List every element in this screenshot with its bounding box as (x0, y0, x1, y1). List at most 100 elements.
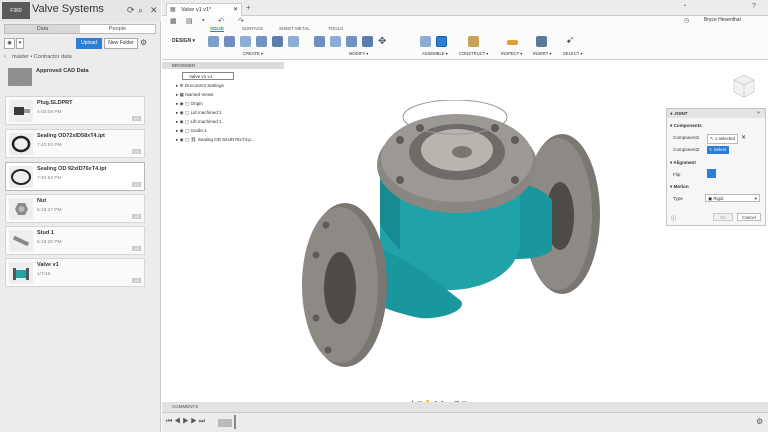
select-menu[interactable]: SELECT ▾ (563, 51, 582, 56)
motion-type-select[interactable]: ▣ Rigid ▾ (705, 194, 760, 202)
flip-icon[interactable] (707, 169, 716, 178)
first-icon[interactable]: ⏮ (166, 418, 172, 425)
file-icon[interactable]: ▤ (186, 17, 193, 25)
list-item[interactable]: Sealing OD 92xID76xT4.ipt 7:40:53 PM V1 (5, 162, 145, 191)
move-icon[interactable]: ✥ (378, 36, 386, 47)
create-menu[interactable]: CREATE ▾ (243, 51, 263, 56)
next-icon[interactable]: ▶ (191, 418, 197, 425)
pattern-icon[interactable] (288, 36, 299, 47)
box-icon[interactable] (272, 36, 283, 47)
back-icon[interactable]: ‹ (4, 54, 6, 60)
save-icon[interactable]: ▪ (202, 17, 204, 24)
browser-row[interactable]: ▸ ◉ ▢ Lift machined:1 (176, 119, 222, 125)
new-component-icon[interactable] (208, 36, 219, 47)
settings-gear-icon[interactable]: ⚙ (140, 38, 147, 47)
close-tab-icon[interactable]: ✕ (233, 6, 238, 13)
measure-icon[interactable] (507, 40, 518, 45)
component1-selection[interactable]: ↖ 1 selected (707, 134, 738, 144)
play-icon[interactable]: ▶ (182, 418, 188, 425)
help-icon[interactable]: ? (752, 3, 756, 10)
select-arrow-icon[interactable]: ➹ (566, 35, 574, 46)
timeline-controls[interactable]: ⏮ ◀ ▶ ▶ ⏭ (166, 418, 205, 426)
last-icon[interactable]: ⏭ (199, 418, 205, 425)
motion-section[interactable]: ▾ Motion (670, 184, 689, 190)
list-item[interactable]: Nut 5:16:27 PM V2 (5, 194, 145, 223)
ring-thumbnail-icon (9, 166, 33, 188)
comments-bar[interactable]: COMMENTS (162, 402, 768, 412)
view-cube[interactable] (728, 72, 758, 100)
document-tab-title: Valve v1 v1* (181, 7, 212, 13)
redo-icon[interactable]: ↷ (238, 17, 244, 25)
browser-row[interactable]: ▸ ◉ ▢ Guide:1 (176, 128, 207, 134)
browser-root[interactable]: Valve v1 v1 (182, 72, 234, 80)
cancel-button[interactable]: Cancel (737, 213, 761, 221)
ok-button[interactable]: OK (713, 213, 733, 221)
browser-row[interactable]: ▸ ⚙ Document Settings (176, 83, 224, 89)
hole-icon[interactable] (256, 36, 267, 47)
browser-row[interactable]: ▸ ◉ ▢ Origin (176, 101, 203, 107)
search-icon[interactable]: ⌕ (138, 5, 143, 16)
project-title[interactable]: Valve Systems (32, 3, 104, 15)
project-thumbnail[interactable]: F360 (2, 2, 30, 19)
insert-menu[interactable]: INSERT ▾ (533, 51, 551, 56)
timeline-settings-icon[interactable]: ⚙ (756, 417, 763, 426)
item-title: Plug.SLDPRT (37, 100, 73, 106)
workspace-selector[interactable]: DESIGN ▾ (172, 38, 195, 44)
revolve-icon[interactable] (240, 36, 251, 47)
assemble-menu[interactable]: ASSEMBLE ▾ (422, 51, 448, 56)
document-tab[interactable]: ▦ Valve v1 v1* ✕ (166, 3, 242, 16)
version-badge: V1 (132, 182, 141, 187)
construct-menu[interactable]: CONSTRUCT ▾ (459, 51, 488, 56)
item-date: 5:16:27 PM (37, 208, 62, 213)
info-icon[interactable]: ⓘ (671, 215, 676, 222)
previous-icon[interactable]: ◀ (174, 418, 180, 425)
inspect-menu[interactable]: INSPECT ▾ (501, 51, 522, 56)
modify-menu[interactable]: MODIFY ▾ (349, 51, 368, 56)
list-item[interactable]: Plug.SLDPRT 4:03:08 PM V1 (5, 96, 145, 125)
joint-icon[interactable] (420, 36, 431, 47)
close-icon[interactable]: ✕ (150, 5, 158, 16)
browser-row[interactable]: ▸ ▦ Named Views (176, 92, 213, 98)
timeline-marker[interactable] (234, 415, 236, 429)
browser-header[interactable]: BROWSER (162, 62, 284, 69)
list-item[interactable]: Sealing OD72xID58xT4.ipt 7:40:53 PM V1 (5, 129, 145, 158)
grid-icon[interactable]: ▦ (170, 17, 177, 25)
expand-icon[interactable]: » (757, 110, 760, 116)
as-built-joint-icon[interactable] (436, 36, 447, 47)
chevron-down-icon[interactable]: ▾ (16, 38, 24, 49)
offset-plane-icon[interactable] (468, 36, 479, 47)
fillet-icon[interactable] (330, 36, 341, 47)
browser-row[interactable]: ▸ ◉ ▢ Lid machined:1 (176, 110, 222, 116)
combine-icon[interactable] (362, 36, 373, 47)
list-item[interactable]: Stud 1 5:16:20 PM V1 (5, 226, 145, 255)
shell-icon[interactable] (346, 36, 357, 47)
job-status-icon[interactable]: ◔ (682, 3, 686, 10)
breadcrumb[interactable]: master • Contractor data (12, 54, 72, 60)
new-folder-button[interactable]: New Folder (104, 38, 138, 49)
list-item[interactable]: Valve v1 1/7/16 V1 (5, 258, 145, 287)
clear-selection-icon[interactable]: ✕ (741, 134, 746, 141)
list-item[interactable]: Approved CAD Data (5, 65, 145, 91)
user-menu[interactable]: Bryce Heventhal (704, 17, 741, 23)
tab-solid[interactable]: SOLID (210, 26, 224, 32)
extrude-icon[interactable] (224, 36, 235, 47)
upload-button[interactable]: Upload (76, 38, 102, 49)
view-toggle-icon[interactable]: ◉ (4, 38, 15, 49)
undo-icon[interactable]: ↶ (218, 17, 224, 25)
user-clock-icon[interactable]: ◷ (684, 17, 689, 24)
refresh-icon[interactable]: ⟳ (127, 5, 135, 16)
alignment-section[interactable]: ▾ Alignment (670, 160, 696, 166)
component2-select-button[interactable]: ↖ Select (707, 146, 729, 154)
timeline-feature-icon[interactable] (218, 419, 232, 427)
valve-3d-model[interactable] (290, 100, 610, 375)
components-section[interactable]: ▾ Components (670, 123, 702, 129)
tab-data[interactable]: Data (5, 25, 80, 33)
press-pull-icon[interactable] (314, 36, 325, 47)
browser-row[interactable]: ▸ ◉ ▢ ⛓ Sealing OD 92xID76xT4:p... (176, 137, 255, 143)
tab-surface[interactable]: SURFACE (242, 26, 263, 31)
tab-people[interactable]: People (80, 25, 155, 33)
insert-image-icon[interactable] (536, 36, 547, 47)
tab-tools[interactable]: TOOLS (328, 26, 343, 31)
new-tab-icon[interactable]: + (246, 3, 251, 12)
tab-sheet-metal[interactable]: SHEET METAL (279, 26, 310, 31)
